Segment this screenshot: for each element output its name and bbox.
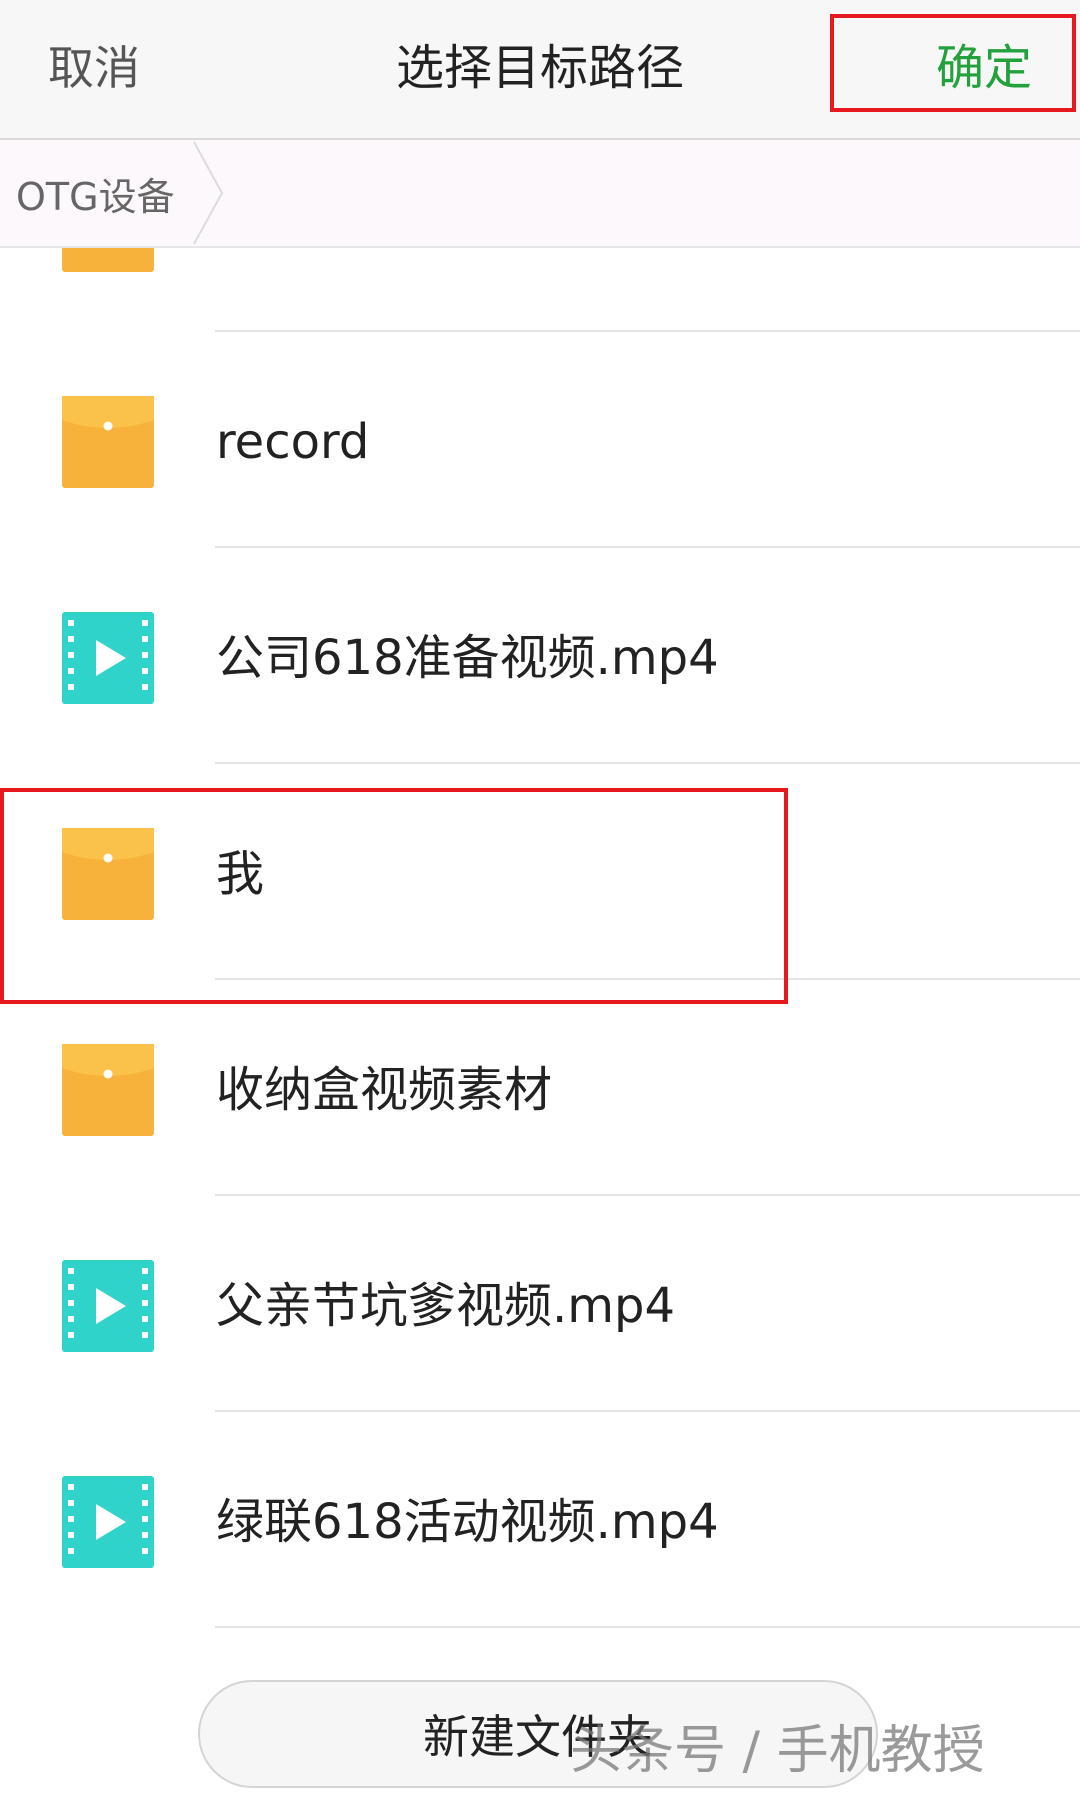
list-item-fathers-day-video[interactable]: 父亲节坑爹视频.mp4 <box>0 1196 1080 1412</box>
file-name: record <box>216 414 370 470</box>
file-name: 收纳盒视频素材 <box>216 1062 553 1118</box>
list-item-record[interactable]: record <box>0 332 1080 548</box>
breadcrumb: OTG设备 <box>0 140 1080 248</box>
watermark-text: 头条号 / 手机教授 <box>570 1721 985 1781</box>
file-name: 绿联618活动视频.mp4 <box>216 1494 719 1550</box>
breadcrumb-label: OTG设备 <box>16 174 175 219</box>
row-divider <box>215 1626 1080 1628</box>
video-file-icon <box>62 612 154 704</box>
file-picker-screen: 取消 选择目标路径 确定 OTG设备 LOST.DIR <box>0 0 1080 1799</box>
selected-folder-highlight-box <box>0 788 788 1004</box>
folder-icon <box>62 396 154 488</box>
folder-icon <box>62 1044 154 1136</box>
chevron-right-icon <box>193 141 224 245</box>
file-name: LOST.DIR <box>216 248 433 256</box>
confirm-highlight-box <box>830 14 1076 112</box>
folder-icon <box>62 248 154 272</box>
video-file-icon <box>62 1260 154 1352</box>
list-item-lost-dir[interactable]: LOST.DIR <box>0 248 1080 332</box>
list-item-ugreen-618-video[interactable]: 绿联618活动视频.mp4 <box>0 1412 1080 1628</box>
breadcrumb-item-otg[interactable]: OTG设备 <box>0 140 215 246</box>
video-file-icon <box>62 1476 154 1568</box>
file-name: 公司618准备视频.mp4 <box>216 630 719 686</box>
list-item-company-618-video[interactable]: 公司618准备视频.mp4 <box>0 548 1080 764</box>
file-name: 父亲节坑爹视频.mp4 <box>216 1278 676 1334</box>
list-item-storage-box-material[interactable]: 收纳盒视频素材 <box>0 980 1080 1196</box>
